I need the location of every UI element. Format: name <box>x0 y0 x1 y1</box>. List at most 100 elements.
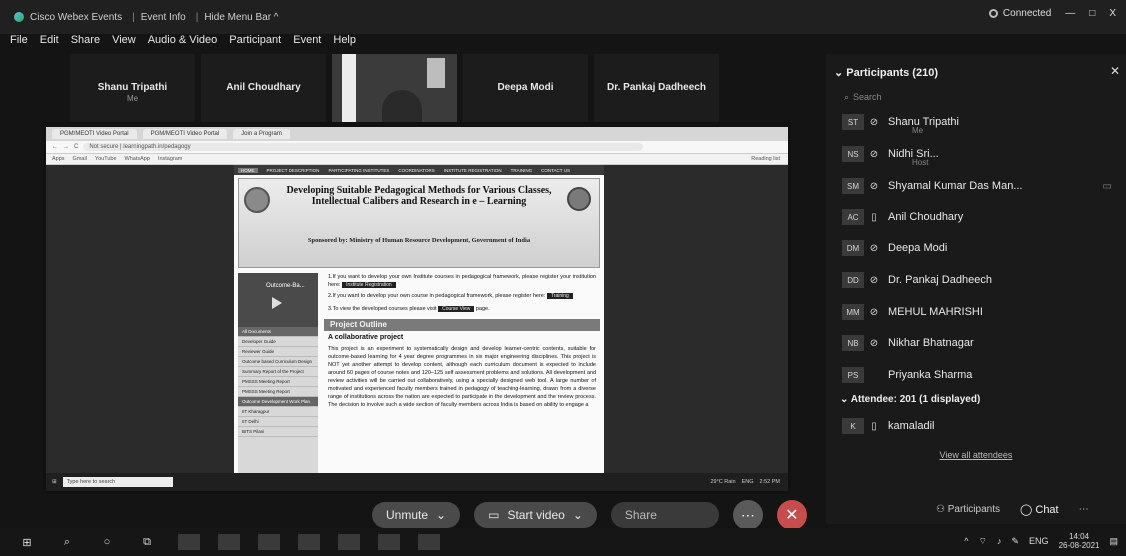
chrome-icon[interactable] <box>258 534 280 550</box>
avatar: NB <box>842 335 864 351</box>
collab-heading: A collaborative project <box>328 334 404 341</box>
unmute-button[interactable]: Unmute ⌄ <box>372 502 461 528</box>
avatar: ST <box>842 114 864 130</box>
browser-address-bar: ← → C Not secure | learningpath.in/pedag… <box>46 141 788 154</box>
language-indicator[interactable]: ENG <box>1029 536 1049 546</box>
clock[interactable]: 14:04 26-08-2021 <box>1059 532 1100 550</box>
back-icon: ← <box>52 144 58 150</box>
menu-help[interactable]: Help <box>333 34 356 52</box>
chat-button[interactable]: ◯ Chat <box>1020 503 1059 516</box>
people-icon: ⚇ <box>936 504 948 515</box>
menu-share[interactable]: Share <box>71 34 100 52</box>
paragraph-text: 2.If you want to develop your own course… <box>328 293 546 299</box>
volume-icon[interactable]: ♪ <box>997 536 1002 546</box>
mic-muted-icon: ⊘ <box>869 242 879 254</box>
participant-row[interactable]: ST ⊘ Shanu Tripathi Me <box>842 108 1122 136</box>
participant-row[interactable]: SM ⊘ Shyamal Kumar Das Man... ▭ <box>842 172 1122 200</box>
participant-row[interactable]: NS ⊘ Nidhi Sri... Host <box>842 140 1122 168</box>
participant-name: MEHUL MAHRISHI <box>888 306 983 318</box>
attendee-header[interactable]: ⌄ Attendee: 201 (1 displayed) <box>840 394 980 405</box>
participants-header[interactable]: ⌄ Participants (210) <box>834 66 938 79</box>
minimize-button[interactable]: — <box>1065 8 1075 19</box>
word-icon[interactable] <box>298 534 320 550</box>
attendee-name: kamaladil <box>888 420 935 432</box>
powerpoint-icon[interactable] <box>338 534 360 550</box>
leave-button[interactable]: ✕ <box>776 500 807 530</box>
notification-icon[interactable]: ▤ <box>1109 536 1118 547</box>
app-icon[interactable] <box>418 534 440 550</box>
menu-edit[interactable]: Edit <box>40 34 59 52</box>
tile-name: Dr. Pankaj Dadheech <box>607 82 706 93</box>
video-tile[interactable]: Dr. Pankaj Dadheech <box>594 54 719 126</box>
site-sponsor: Sponsored by: Ministry of Human Resource… <box>307 237 531 244</box>
avatar: DD <box>842 272 864 288</box>
participant-row[interactable]: PS Priyanka Sharma <box>842 361 1122 389</box>
share-button[interactable]: Share <box>610 502 719 528</box>
participant-search[interactable]: ⌕ Search <box>844 92 882 103</box>
url-field: Not secure | learningpath.in/pedagogy <box>83 143 644 151</box>
video-label: Outcome-Ba... <box>266 283 305 289</box>
webex-icon[interactable] <box>378 534 400 550</box>
menu-participant[interactable]: Participant <box>229 34 281 52</box>
sidebar-link: PMSSS Meeting Report <box>238 377 318 387</box>
task-view-icon[interactable]: ⧉ <box>134 532 160 552</box>
maximize-button[interactable]: □ <box>1089 8 1095 19</box>
project-outline-heading: Project Outline <box>324 319 600 331</box>
avatar: MM <box>842 304 864 320</box>
sidebar-link: IIT Kharagpur <box>238 407 318 417</box>
sidebar-link: PMSSS Meeting Report <box>238 387 318 397</box>
bookmark: WhatsApp <box>124 156 150 162</box>
tile-sub: Me <box>126 94 139 103</box>
participant-row[interactable]: DM ⊘ Deepa Modi <box>842 234 1122 262</box>
browser-tab: Join a Program <box>233 129 290 139</box>
menu-audio-video[interactable]: Audio & Video <box>148 34 218 52</box>
panel-footer: ⚇ Participants ◯ Chat ⋯ <box>936 503 1089 516</box>
photos-icon[interactable] <box>218 534 240 550</box>
more-icon[interactable]: ⋯ <box>1079 504 1089 515</box>
video-tile[interactable]: Deepa Modi <box>463 54 588 126</box>
participant-row[interactable]: MM ⊘ MEHUL MAHRISHI <box>842 298 1122 326</box>
cortana-icon[interactable]: ○ <box>94 532 120 552</box>
video-tile[interactable]: Anil Choudhary <box>201 54 326 126</box>
windows-start-icon[interactable]: ⊞ <box>14 532 40 552</box>
participant-row[interactable]: AC ▯ Anil Choudhary <box>842 203 1122 231</box>
bookmark: Gmail <box>72 156 87 162</box>
pen-icon[interactable]: ✎ <box>1012 536 1020 547</box>
share-label: Share <box>624 508 657 522</box>
video-tile-camera[interactable] <box>332 54 457 126</box>
device-icon: ▯ <box>871 211 877 223</box>
menu-bar: File Edit Share View Audio & Video Parti… <box>0 34 356 52</box>
site-title: Developing Suitable Pedagogical Methods … <box>286 185 552 207</box>
hide-menu-bar-button[interactable]: Hide Menu Bar ^ <box>204 12 278 23</box>
tray-chevron-icon[interactable]: ^ <box>964 536 968 546</box>
menu-view[interactable]: View <box>112 34 136 52</box>
more-options-button[interactable]: ⋯ <box>732 500 763 530</box>
camera-background <box>427 58 445 88</box>
search-icon[interactable]: ⌕ <box>54 532 80 552</box>
event-info-button[interactable]: Event Info <box>141 12 186 23</box>
attendee-row[interactable]: K ▯ kamaladil <box>842 412 1122 440</box>
network-icon[interactable]: ⌔ <box>979 536 987 547</box>
mic-muted-icon: ⊘ <box>869 274 879 286</box>
avatar: AC <box>842 209 864 225</box>
close-button[interactable]: X <box>1109 8 1116 19</box>
sidebar-link: IIT Delhi <box>238 417 318 427</box>
menu-file[interactable]: File <box>10 34 28 52</box>
participants-toggle-button[interactable]: ⚇ Participants <box>936 504 1000 515</box>
menu-event[interactable]: Event <box>293 34 321 52</box>
avatar: K <box>842 418 864 434</box>
start-video-button[interactable]: ▭ Start video ⌄ <box>474 502 597 528</box>
device-icon: ▯ <box>871 420 877 432</box>
panel-close-icon[interactable]: ✕ <box>1110 64 1120 78</box>
participant-row[interactable]: DD ⊘ Dr. Pankaj Dadheech <box>842 266 1122 294</box>
close-icon: ✕ <box>785 507 799 524</box>
reload-icon: C <box>74 144 79 150</box>
connection-status[interactable]: Connected <box>988 8 1051 19</box>
view-all-attendees-link[interactable]: View all attendees <box>826 450 1126 460</box>
video-tile[interactable]: Shanu Tripathi Me <box>70 54 195 126</box>
browser-tab: PGM/MEOTI Video Portal <box>52 129 137 139</box>
participant-role: Me <box>912 126 924 135</box>
file-explorer-icon[interactable] <box>178 534 200 550</box>
participant-row[interactable]: NB ⊘ Nikhar Bhatnagar <box>842 329 1122 357</box>
sidebar-link: Reviewer Guide <box>238 347 318 357</box>
